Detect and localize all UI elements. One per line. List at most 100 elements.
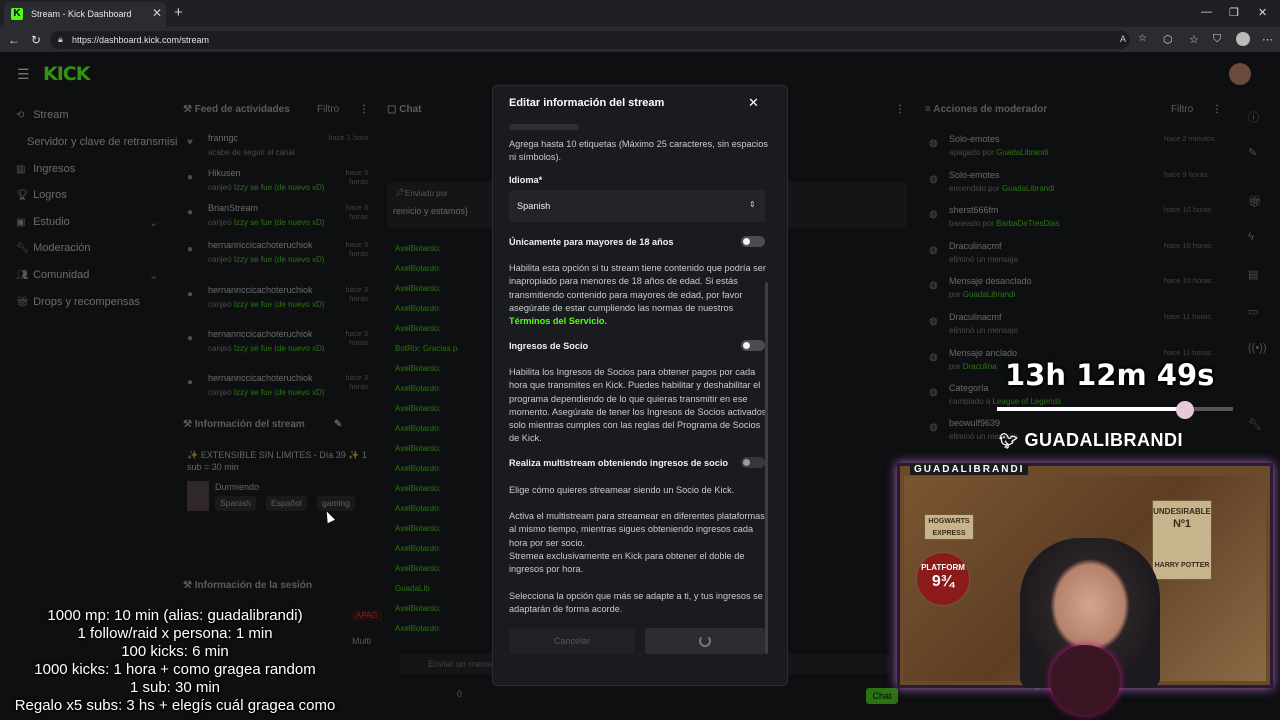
twitter-handle-text: GUADALIBRANDI bbox=[1024, 430, 1184, 450]
feed-item-sub-text: canjeó bbox=[208, 183, 232, 192]
loading-spinner-icon bbox=[699, 635, 711, 647]
mod-action-icon: ◍ bbox=[929, 422, 938, 433]
studio-icon: ▣ bbox=[16, 217, 26, 228]
chat-line: AxelBotardo: bbox=[395, 404, 441, 413]
mod-filter[interactable]: Filtro bbox=[1171, 104, 1193, 115]
kick-logo[interactable]: KICK bbox=[43, 63, 90, 85]
bolt-icon[interactable]: ϟ bbox=[1248, 231, 1254, 243]
tab-title: Stream - Kick Dashboard bbox=[31, 9, 132, 19]
wrench-icon: 🔧︎ bbox=[16, 243, 29, 254]
hamburger-icon[interactable]: ☰ bbox=[17, 66, 30, 83]
feed-item-time: hace 3 horas bbox=[345, 168, 368, 186]
chat-bubble-icon[interactable]: ▭ bbox=[1248, 305, 1258, 318]
multistream-toggle[interactable] bbox=[741, 457, 765, 468]
chat-more-icon[interactable]: ⋮ bbox=[895, 104, 905, 115]
minimize-icon[interactable]: — bbox=[1201, 6, 1212, 18]
chat-title: ▢ Chat bbox=[387, 104, 421, 115]
timer-progress-fill bbox=[997, 407, 1186, 411]
broadcast-icon[interactable]: ((•)) bbox=[1248, 342, 1267, 354]
chat-send-button[interactable]: Chat bbox=[866, 688, 898, 704]
multistream-help-3: Stremea exclusivamente en Kick para obte… bbox=[509, 551, 745, 575]
chat-line: AxelBotardo: bbox=[395, 624, 441, 633]
bars-icon: ▥ bbox=[16, 164, 26, 175]
sidebar-item-estudio[interactable]: ▣ Estudio ⌄ bbox=[16, 216, 158, 229]
multistream-help-4: Selecciona la opción que más se adapte a… bbox=[509, 591, 763, 615]
adult-toggle[interactable] bbox=[741, 236, 765, 247]
mod-action-sub: eliminó un mensaje bbox=[949, 255, 1018, 264]
new-tab-icon[interactable]: + bbox=[174, 4, 183, 21]
back-icon[interactable]: ← bbox=[8, 33, 20, 47]
trophy-icon: 🏆︎ bbox=[16, 190, 29, 201]
more-menu-icon[interactable]: ⋯ bbox=[1262, 33, 1273, 46]
mod-action-name: Solo-emotes bbox=[949, 170, 1000, 180]
list-icon: ≡ bbox=[925, 104, 934, 115]
maximize-icon[interactable]: ❐ bbox=[1229, 6, 1239, 19]
feed-item-reward: Izzy se fue (de nuevo xD) bbox=[233, 300, 325, 309]
mod-more-icon[interactable]: ⋮ bbox=[1212, 104, 1222, 115]
feed-item-sub-text: canjeó bbox=[208, 344, 232, 353]
tags-input[interactable] bbox=[509, 124, 579, 130]
pinned-by: Enviado por bbox=[405, 189, 448, 198]
tags-help: Agrega hasta 10 etiquetas (Máximo 25 car… bbox=[509, 139, 768, 163]
poster-undesirable: UNDESIRABLE Nº1 HARRY POTTER bbox=[1152, 500, 1212, 580]
mod-action-icon: ◍ bbox=[929, 174, 938, 185]
kick-favicon-icon: K bbox=[11, 8, 23, 20]
shield-icon[interactable]: ⛉ bbox=[1213, 33, 1221, 46]
chat-line: AxelBotardo: bbox=[395, 604, 441, 613]
extensions-icon[interactable]: ⬡ bbox=[1163, 33, 1173, 46]
document-icon[interactable]: ▤ bbox=[1248, 268, 1258, 281]
tab-close-icon[interactable]: ✕ bbox=[152, 6, 162, 20]
avatar-overlay bbox=[1050, 645, 1120, 715]
stream-info-title-text: Información del stream bbox=[194, 419, 305, 430]
feed-item-sub-text: canjeó bbox=[208, 255, 232, 264]
mod-action-sub-text: por bbox=[949, 290, 961, 299]
feed-more-icon[interactable]: ⋮ bbox=[359, 104, 369, 115]
url-field[interactable]: 🔒︎ https://dashboard.kick.com/stream A ☆ bbox=[50, 31, 1147, 49]
window-close-icon[interactable]: ✕ bbox=[1258, 6, 1267, 19]
modal-scrollbar[interactable] bbox=[765, 282, 768, 654]
sidebar-item-stream[interactable]: ⟲ Stream bbox=[16, 109, 69, 121]
feed-item-sub-text: acabe de seguir al canal bbox=[208, 148, 295, 157]
gift-icon[interactable]: 🎁︎ bbox=[1248, 195, 1262, 208]
session-info-title: ⚒ Información de la sesión bbox=[183, 580, 312, 591]
mod-action-sub-text: baneado por bbox=[949, 219, 994, 228]
modal-close-icon[interactable]: ✕ bbox=[748, 95, 759, 111]
adult-label: Únicamente para mayores de 18 años bbox=[509, 237, 674, 247]
user-avatar[interactable] bbox=[1229, 63, 1251, 85]
terms-link[interactable]: Términos del Servicio. bbox=[509, 316, 607, 326]
chat-title-text: Chat bbox=[399, 104, 422, 115]
profile-icon[interactable] bbox=[1236, 32, 1250, 46]
sidebar-item-moderacion[interactable]: 🔧︎ Moderación bbox=[16, 242, 91, 254]
read-aloud-icon[interactable]: A bbox=[1120, 34, 1126, 44]
sidebar-item-label: Logros bbox=[33, 189, 67, 201]
chat-input-placeholder: Enviar un mensaje bbox=[428, 659, 503, 669]
browser-tab[interactable]: K Stream - Kick Dashboard ✕ bbox=[4, 2, 166, 27]
save-button[interactable] bbox=[645, 628, 765, 654]
feed-filter[interactable]: Filtro bbox=[317, 104, 339, 115]
sidebar-item-logros[interactable]: 🏆︎ Logros bbox=[16, 189, 67, 201]
chat-line: AxelBotardo: bbox=[395, 384, 441, 393]
mod-action-sub-text: apagado por bbox=[949, 148, 994, 157]
subathon-rules: 1000 mp: 10 min (alias: guadalibrandi) 1 … bbox=[0, 607, 350, 715]
chat-line: AxelBotardo: bbox=[395, 324, 441, 333]
sidebar-item-drops[interactable]: 🎁︎ Drops y recompensas bbox=[16, 296, 140, 308]
pencil-icon[interactable]: ✎ bbox=[1248, 146, 1257, 159]
favorites-icon[interactable]: ☆ bbox=[1189, 33, 1199, 46]
sidebar-item-stream-key[interactable]: Servidor y clave de retransmisión bbox=[27, 136, 177, 148]
info-icon[interactable]: ⓘ bbox=[1248, 109, 1259, 125]
sidebar-item-comunidad[interactable]: 👥︎ Comunidad ⌄ bbox=[16, 269, 158, 282]
partner-toggle[interactable] bbox=[741, 340, 765, 351]
chat-line: AxelBotardo: bbox=[395, 304, 441, 313]
favorite-star-icon[interactable]: ☆ bbox=[1138, 33, 1147, 44]
reload-icon[interactable]: ↻ bbox=[31, 33, 41, 47]
mod-action-time: hace 11 horas bbox=[1164, 312, 1211, 321]
language-select[interactable]: Spanish ⇕ bbox=[509, 190, 765, 222]
cam-name-label: GUADALIBRANDI bbox=[910, 464, 1029, 475]
cancel-button[interactable]: Cancelar bbox=[509, 628, 635, 654]
chat-line: AxelBotardo: bbox=[395, 424, 441, 433]
updown-chevron-icon: ⇕ bbox=[749, 200, 756, 209]
edit-pencil-icon[interactable]: ✎ bbox=[334, 419, 342, 430]
sidebar-item-ingresos[interactable]: ▥ Ingresos bbox=[16, 163, 75, 175]
wrench-icon[interactable]: 🔧︎ bbox=[1248, 418, 1262, 431]
multistream-help-1: Elige cómo quieres streamear siendo un S… bbox=[509, 485, 735, 495]
